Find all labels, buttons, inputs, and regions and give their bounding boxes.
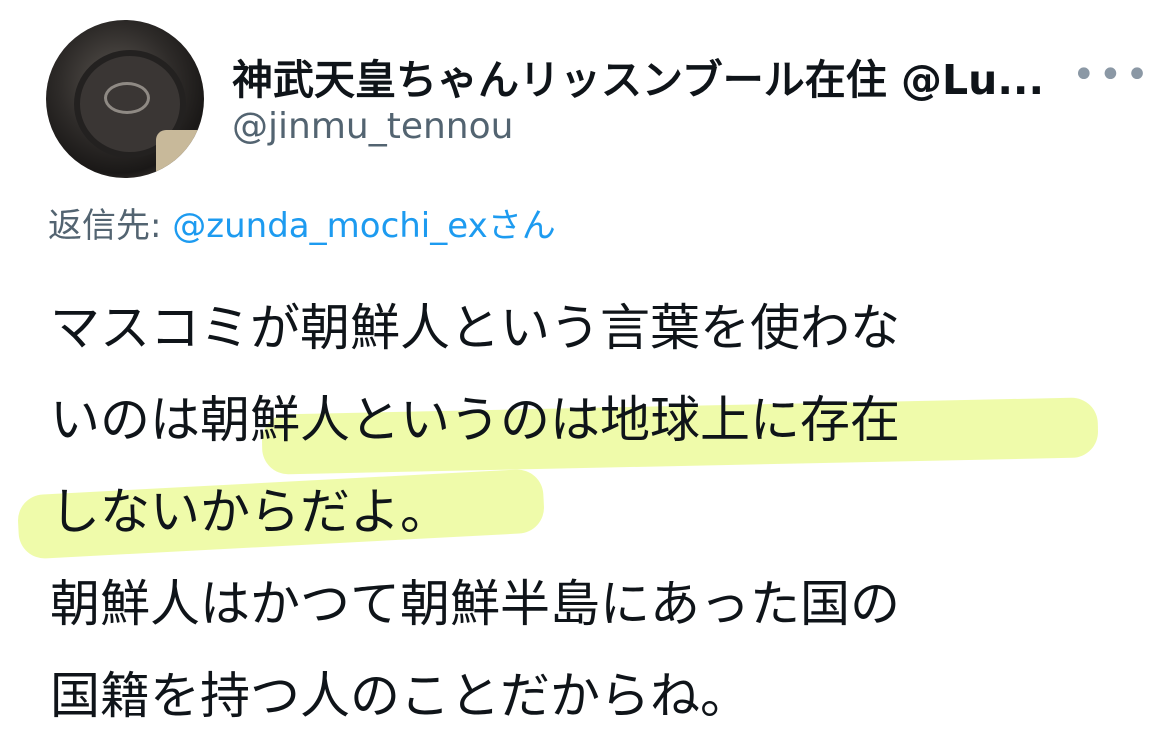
tweet-line: 朝鮮人はかつて朝鮮半島にあった国の [50,575,900,633]
more-horizontal-icon[interactable]: ••• [1072,55,1152,95]
tweet-line: いのは朝鮮人というのは地球上に存在 [50,391,900,449]
user-handle[interactable]: @jinmu_tennou [232,106,513,147]
tweet-line: 国籍を持つ人のことだからね。 [50,667,750,725]
window-light-photo [156,130,204,178]
car-logo-photo [104,82,150,114]
tweet-line: マスコミが朝鮮人という言葉を使わな [50,299,900,357]
reply-to-label: 返信先: [48,206,162,246]
reply-mention-link[interactable]: @zunda_mochi_ex [172,206,487,246]
avatar[interactable] [46,20,204,178]
reply-to-line: 返信先: @zunda_mochi_exさん [48,198,556,247]
tweet-line: しないからだよ。 [50,483,450,541]
reply-honorific: さん [487,206,556,246]
tweet-body: マスコミが朝鮮人という言葉を使わな いのは朝鮮人というのは地球上に存在 しないか… [50,282,1140,742]
display-name[interactable]: 神武天皇ちゃんリッスンブール在住 @Lu... [232,46,1044,106]
